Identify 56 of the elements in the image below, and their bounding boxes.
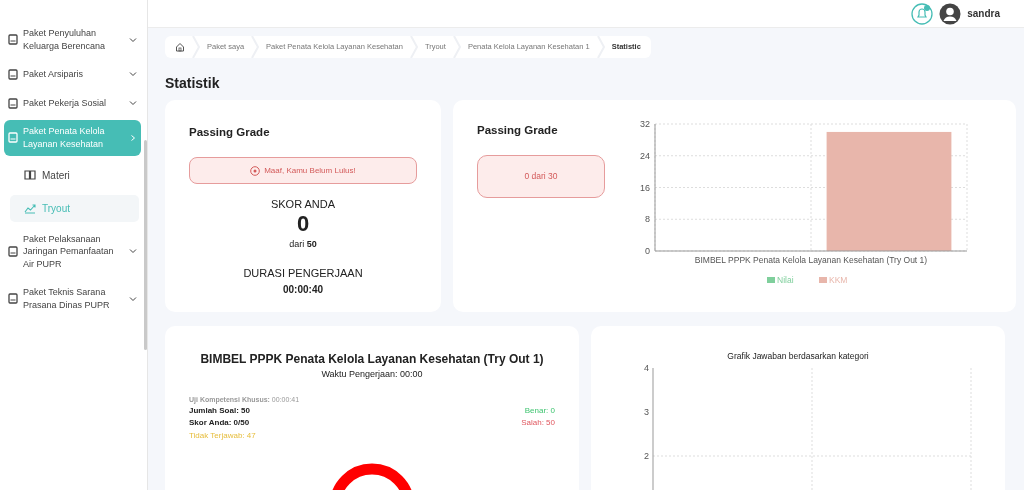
open-book-icon — [24, 169, 36, 182]
home-icon — [175, 42, 185, 52]
score-summary: 0 dari 30 — [477, 155, 605, 199]
avatar-icon[interactable] — [939, 2, 962, 25]
score-label: SKOR ANDA — [269, 197, 337, 213]
chart-title: Grafik Jawaban berdasarkan kategori — [726, 350, 870, 363]
chart-icon — [24, 202, 36, 215]
sidebar-item[interactable]: Paket Pelaksanaan Jaringan Pemanfaatan Air PUPR — [4, 227, 141, 276]
legend-label: KKM — [829, 275, 848, 285]
page-title: Statistik — [165, 74, 221, 93]
x-circle-icon — [250, 165, 261, 176]
card-title: Passing Grade — [189, 125, 271, 140]
book-icon — [8, 132, 18, 144]
axis-tick-label: 24 — [640, 150, 650, 161]
chevron-icon — [129, 133, 137, 142]
book-icon — [8, 97, 18, 109]
book-icon — [8, 69, 18, 80]
book-icon — [8, 245, 18, 257]
axis-tick-label: 16 — [640, 182, 650, 193]
stat-text: Tidak Terjawab: 47 — [189, 430, 256, 443]
card-title: Passing Grade — [477, 123, 559, 138]
legend-item: KKM — [819, 275, 848, 285]
axis-tick-label: 2 — [644, 450, 649, 461]
stat-text: Benar: 0 — [523, 404, 555, 417]
axis-tick-label: 32 — [640, 119, 650, 129]
axis-tick-label: 0 — [645, 246, 650, 256]
stat-text: Skor Anda: 0/50 — [189, 417, 251, 430]
book-icon — [8, 293, 18, 305]
chevron-icon — [129, 294, 137, 303]
chevron-icon — [129, 247, 137, 256]
score-value: 0 — [295, 212, 311, 235]
chevron-icon — [129, 99, 137, 108]
stat-text: Jumlah Soal: 50 — [189, 404, 251, 417]
axis-tick-label: 4 — [644, 362, 649, 373]
sidebar-item[interactable]: Paket Teknis Sarana Prasana Dinas PUPR — [4, 281, 141, 317]
axis-tick-label: 8 — [645, 214, 650, 225]
chevron-icon — [129, 35, 137, 44]
scrollbar[interactable] — [144, 140, 147, 350]
stat-text: Salah: 50 — [521, 417, 555, 430]
axis-category-label: BIMBEL PPPK Penata Kelola Layanan Kesehatan (Try Out 1) — [694, 255, 928, 265]
status-alert: Maaf, Kamu Belum Lulus! — [189, 157, 417, 185]
chevron-icon — [129, 70, 137, 79]
exam-title: BIMBEL PPPK Penata Kelola Layanan Kesehatan (Try Out 1) — [199, 351, 545, 368]
user-name[interactable]: sandra — [967, 6, 1000, 21]
legend-label: Nilai — [777, 275, 794, 285]
duration-label: DURASI PENGERJAAN — [242, 266, 364, 282]
axis-tick-label: 3 — [644, 406, 649, 417]
sidebar-item[interactable]: Paket Arsiparis — [4, 63, 141, 86]
legend-item: Nilai — [767, 275, 794, 285]
exam-time: Waktu Pengerjaan: 00:00 — [320, 368, 424, 381]
score-total: dari 50 — [288, 237, 318, 251]
submenu-item[interactable]: Materi — [10, 161, 139, 189]
duration-value: 00:00:40 — [282, 282, 324, 297]
book-icon — [8, 34, 18, 46]
sidebar-item[interactable]: Paket Pekerja Sosial — [4, 91, 141, 115]
sidebar-item[interactable]: Paket Penyuluhan Keluarga Berencana — [4, 22, 141, 58]
